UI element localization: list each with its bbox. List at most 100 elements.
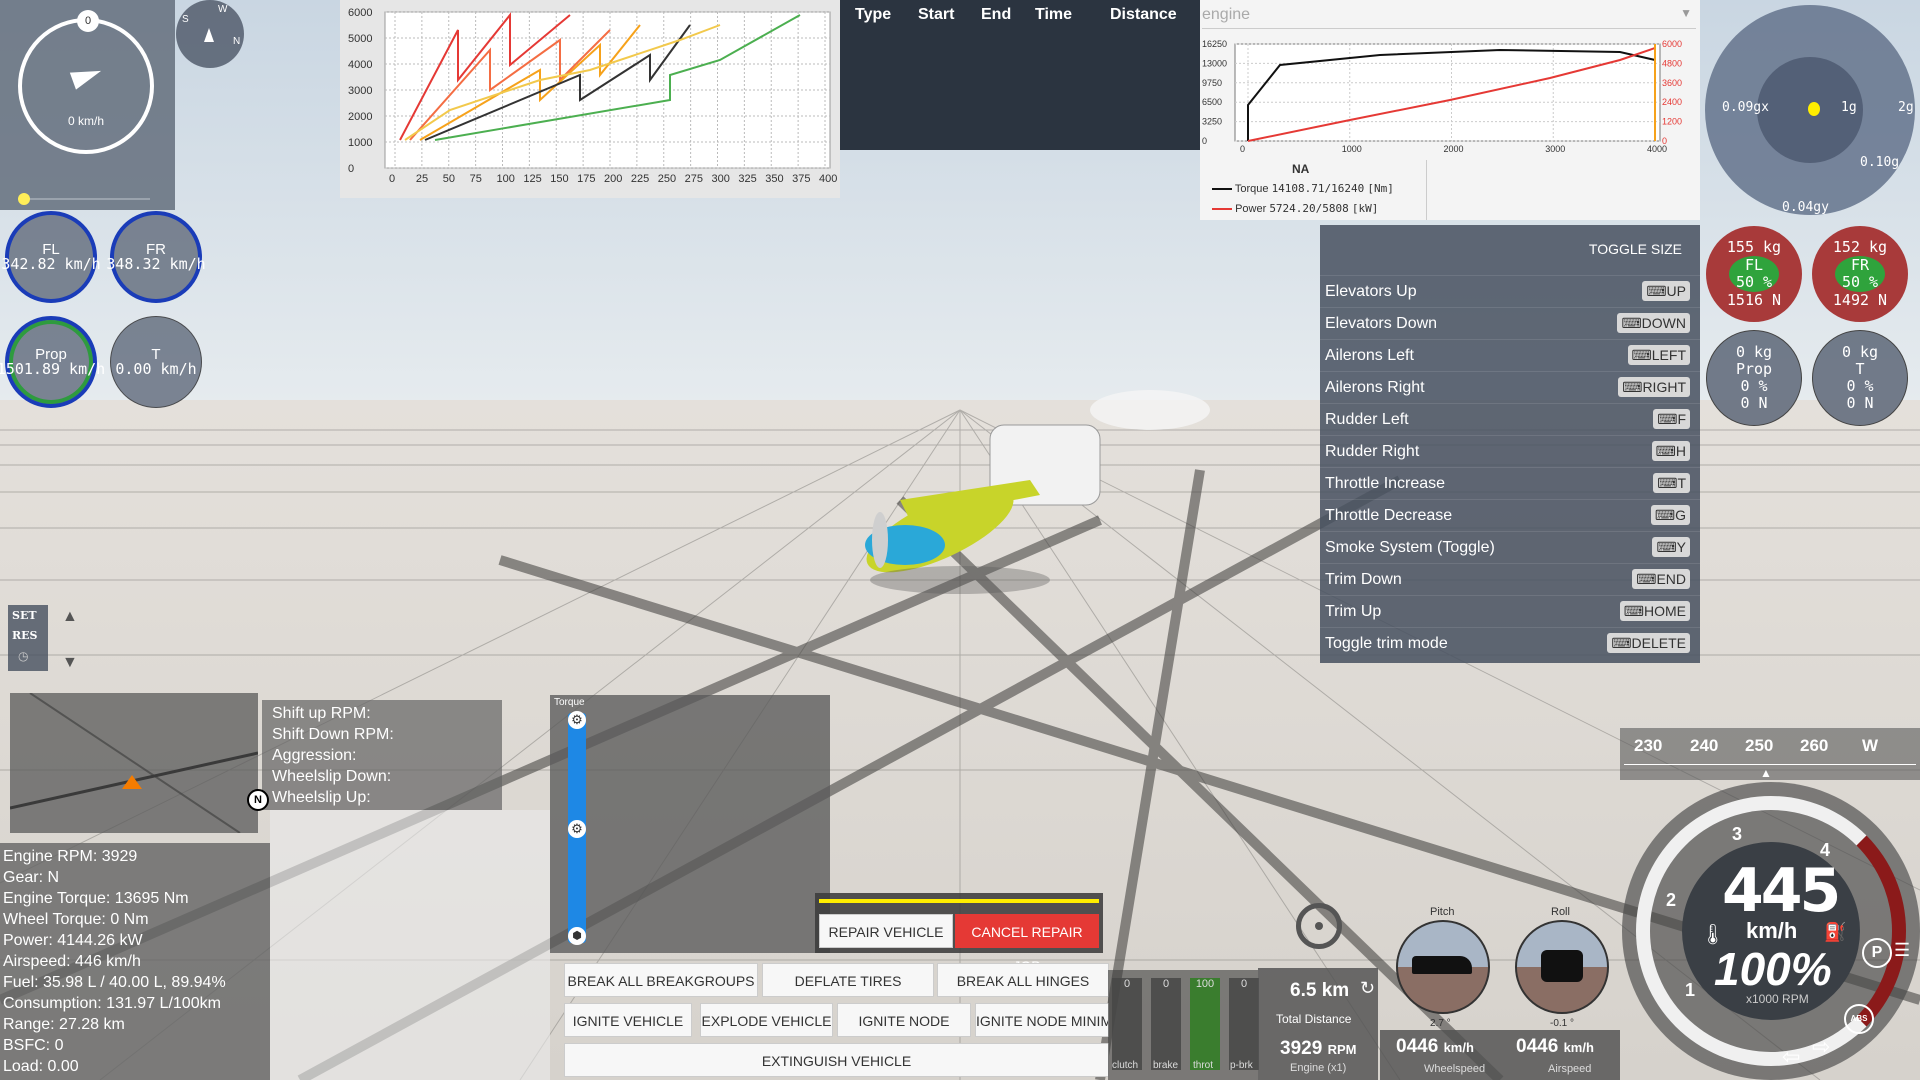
wheelspeed-readout: 0446 km/h — [1396, 1036, 1474, 1057]
keybinding-badge[interactable]: ⌨G — [1650, 505, 1690, 525]
roll-label: Roll — [1551, 906, 1570, 918]
cruise-resume-button[interactable]: RES — [12, 629, 37, 642]
minimap-roads — [9, 692, 259, 834]
stat-line: Engine RPM: 3929 — [3, 848, 138, 865]
col-header-time: Time — [1035, 6, 1073, 23]
rpm-axis-tick: 0 — [1240, 144, 1245, 154]
key-label: LEFT — [1651, 347, 1686, 363]
col-header-distance: Distance — [1110, 6, 1177, 23]
steering-wheel-icon — [1296, 903, 1342, 949]
key-label: H — [1675, 443, 1686, 459]
keybinding-badge[interactable]: ⌨Y — [1652, 537, 1690, 557]
parking-brake-indicator: P — [1862, 938, 1892, 968]
gear-node-icon: ⚙ — [568, 711, 586, 729]
keybinding-badge[interactable]: ⌨UP — [1642, 281, 1690, 301]
right-signal-icon[interactable]: ⇨ — [1812, 1034, 1830, 1060]
toggle-size-button[interactable]: TOGGLE SIZE — [1589, 241, 1682, 257]
rpm-axis-tick: 4000 — [1647, 144, 1667, 154]
speed-unit: km/h — [1746, 918, 1798, 943]
fuel-icon: ⛽ — [1824, 922, 1847, 942]
minimap[interactable] — [9, 692, 259, 834]
gforce-right-value: 0.10g — [1860, 155, 1900, 170]
keybinding-badge[interactable]: ⌨LEFT — [1627, 345, 1690, 365]
control-row[interactable]: Rudder Left ⌨F — [1320, 403, 1700, 436]
gforce-1g-label: 1g — [1841, 100, 1857, 115]
engine-selector-value: engine — [1202, 6, 1251, 23]
keybinding-badge[interactable]: ⌨RIGHT — [1618, 377, 1690, 397]
break-all-breakgroups-button[interactable]: BREAK ALL BREAKGROUPS — [564, 963, 758, 997]
speed-gauge-panel: 0 0 km/h — [0, 0, 175, 210]
col-header-end: End — [981, 6, 1012, 23]
direction-arrow-icon — [69, 62, 105, 90]
vehicle-stats: Engine RPM: 3929 Gear: N Engine Torque: 13… — [0, 843, 270, 1080]
keyboard-icon: ⌨ — [1657, 411, 1678, 427]
control-row[interactable]: Throttle Decrease ⌨G — [1320, 499, 1700, 532]
control-row[interactable]: Throttle Increase ⌨T — [1320, 467, 1700, 500]
keybinding-badge[interactable]: ⌨H — [1651, 441, 1690, 461]
keybinding-badge[interactable]: ⌨F — [1653, 409, 1690, 429]
keyboard-icon: ⌨ — [1611, 635, 1632, 651]
rpm-caption: Engine (x1) — [1290, 1062, 1347, 1074]
explode-vehicle-button[interactable]: EXPLODE VEHICLE — [700, 1003, 833, 1037]
cruise-control-panel: SET RES ◷ — [8, 605, 48, 671]
control-row[interactable]: Trim Up ⌨HOME — [1320, 595, 1700, 628]
keybinding-badge[interactable]: ⌨DELETE — [1607, 633, 1690, 653]
rpm-axis-tick: 3000 — [1545, 144, 1565, 154]
total-distance-caption: Total Distance — [1276, 1012, 1352, 1026]
load-prop: 0 kg Prop 0 % 0 N — [1706, 330, 1802, 426]
control-row[interactable]: Toggle trim mode ⌨DELETE — [1320, 627, 1700, 660]
control-row[interactable]: Elevators Up ⌨UP — [1320, 275, 1700, 308]
control-row[interactable]: Rudder Right ⌨H — [1320, 435, 1700, 468]
stat-line: BSFC: 0 — [3, 1037, 64, 1054]
rpm-axis-tick: 2000 — [1444, 144, 1464, 154]
deflate-tires-button[interactable]: DEFLATE TIRES — [762, 963, 934, 997]
compass-letter-w: W — [218, 4, 228, 15]
reset-trip-icon[interactable]: ↻ — [1360, 978, 1375, 999]
airspeed-readout: 0446 km/h — [1516, 1036, 1594, 1057]
control-row[interactable]: Ailerons Right ⌨RIGHT — [1320, 371, 1700, 404]
repair-vehicle-button[interactable]: REPAIR VEHICLE — [819, 914, 953, 948]
torque-power-curve: 16250 13000 9750 6500 3250 0 6000 4800 3600 2400… — [1202, 39, 1682, 154]
key-label: T — [1677, 475, 1686, 491]
cruise-down-arrow-icon[interactable]: ▼ — [62, 654, 78, 672]
cruise-set-button[interactable]: SET — [12, 609, 37, 622]
control-label: Toggle trim mode — [1325, 635, 1448, 652]
shift-up-rpm: Shift up RPM: — [272, 705, 371, 722]
key-label: F — [1677, 411, 1686, 427]
key-label: UP — [1666, 283, 1686, 299]
control-label: Trim Up — [1325, 603, 1382, 620]
extinguish-vehicle-button[interactable]: EXTINGUISH VEHICLE — [564, 1043, 1109, 1077]
shift-x-tick: 350 — [765, 173, 783, 185]
ignite-node-minimal-button[interactable]: IGNITE NODE MINIM — [975, 1003, 1109, 1037]
control-row[interactable]: Trim Down ⌨END — [1320, 563, 1700, 596]
control-row[interactable]: Ailerons Left ⌨LEFT — [1320, 339, 1700, 372]
pitch-indicator — [1396, 920, 1490, 1014]
cruise-gauge-icon: ◷ — [18, 649, 29, 663]
wheelslip-down: Wheelslip Down: — [272, 768, 392, 785]
keybinding-badge[interactable]: ⌨DOWN — [1617, 313, 1690, 333]
key-label: RIGHT — [1642, 379, 1686, 395]
shift-y-tick: 6000 — [348, 7, 372, 19]
left-signal-icon[interactable]: ⇦ — [1782, 1044, 1800, 1070]
cruise-up-arrow-icon[interactable]: ▲ — [62, 608, 78, 626]
break-all-hinges-button[interactable]: BREAK ALL HINGES — [937, 963, 1109, 997]
keybinding-badge[interactable]: ⌨HOME — [1619, 601, 1690, 621]
main-speed-gauge: 445 km/h 100% x1000 RPM 1 2 3 4 🌡 ⛽ P AB… — [1622, 782, 1920, 1080]
shift-x-tick: 375 — [792, 173, 810, 185]
keybinding-badge[interactable]: ⌨END — [1632, 569, 1690, 589]
ignite-node-button[interactable]: IGNITE NODE — [837, 1003, 971, 1037]
control-label: Rudder Left — [1325, 411, 1409, 428]
torque-bar-panel: Torque ⚙ ⚙ ⬢ — [550, 695, 830, 953]
load-fr: 152 kg FR 50 % 1492 N — [1812, 226, 1908, 322]
zoom-slider-handle[interactable] — [18, 193, 30, 205]
control-row[interactable]: Smoke System (Toggle) ⌨Y — [1320, 531, 1700, 564]
ignite-vehicle-button[interactable]: IGNITE VEHICLE — [564, 1003, 692, 1037]
stat-line: Airspeed: 446 km/h — [3, 953, 141, 970]
keybinding-badge[interactable]: ⌨T — [1653, 473, 1690, 493]
cancel-repair-job-button[interactable]: CANCEL REPAIR JOB — [955, 914, 1099, 974]
control-row[interactable]: Elevators Down ⌨DOWN — [1320, 307, 1700, 340]
shift-x-tick: 275 — [685, 173, 703, 185]
shift-x-tick: 325 — [738, 173, 756, 185]
engine-selector[interactable]: engine ▼ — [1202, 6, 1696, 29]
zoom-slider-track[interactable] — [20, 198, 150, 200]
